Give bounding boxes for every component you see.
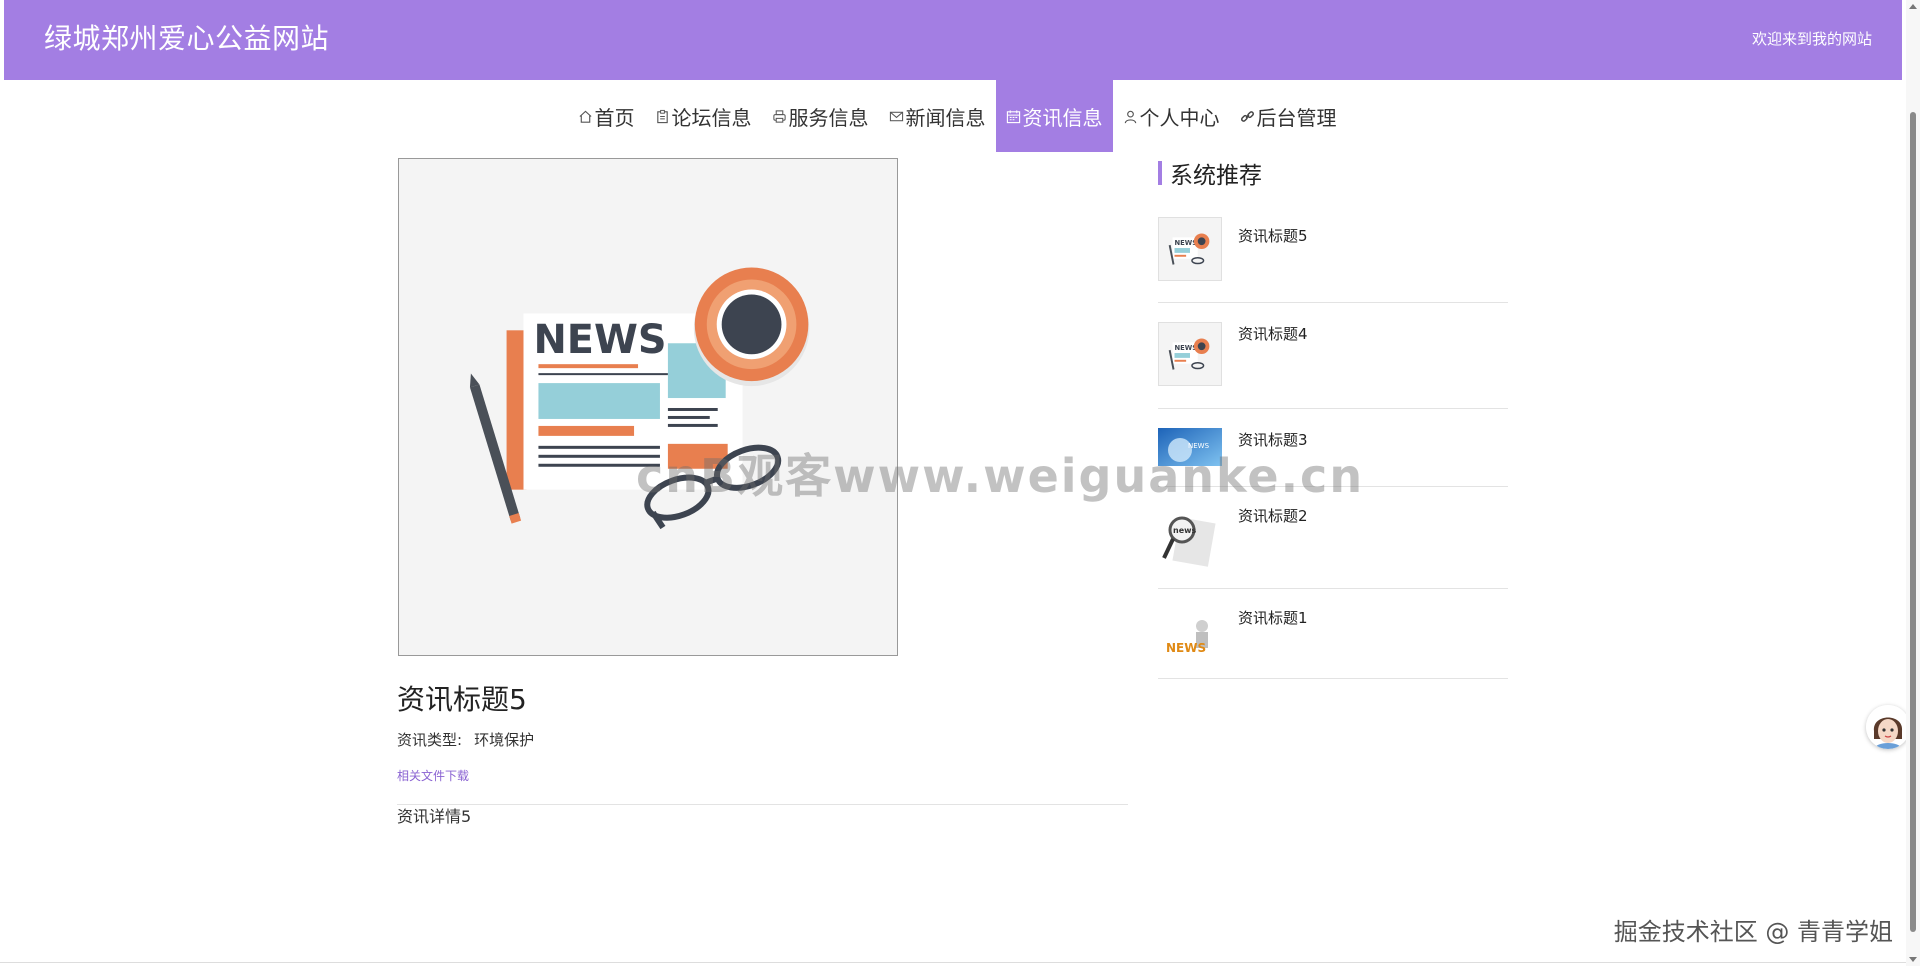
svg-text:NEWS: NEWS <box>533 317 666 363</box>
rec-item-title[interactable]: 资讯标题2 <box>1238 506 1308 526</box>
site-title[interactable]: 绿城郑州爱心公益网站 <box>44 20 329 58</box>
nav-item-info[interactable]: 资讯信息 <box>995 80 1113 152</box>
site-header: 绿城郑州爱心公益网站 欢迎来到我的网站 <box>4 0 1902 80</box>
nav-item-admin[interactable]: 后台管理 <box>1230 80 1347 152</box>
sidebar-heading-text: 系统推荐 <box>1170 163 1262 189</box>
article-body: 资讯详情5 <box>397 807 472 826</box>
detail-divider <box>397 804 1128 805</box>
svg-text:NEWS: NEWS <box>1175 239 1198 247</box>
welcome-text: 欢迎来到我的网站 <box>1751 30 1872 48</box>
calendar-icon <box>1006 109 1021 124</box>
svg-text:news: news <box>1173 526 1197 535</box>
rec-item[interactable]: NEWS 资讯标题4 <box>1158 302 1508 409</box>
heading-accent-bar <box>1158 161 1162 185</box>
svg-text:NEWS: NEWS <box>1175 344 1198 352</box>
nav-item-news[interactable]: 新闻信息 <box>879 80 996 152</box>
nav-label-service: 服务信息 <box>788 105 869 130</box>
nav-label-forum: 论坛信息 <box>671 105 752 130</box>
mail-icon <box>889 109 904 124</box>
scrollbar[interactable] <box>1906 0 1920 966</box>
user-icon <box>1123 109 1138 124</box>
news-paper-thumb[interactable]: NEWS <box>1158 217 1222 281</box>
nav-item-forum[interactable]: 论坛信息 <box>645 80 762 152</box>
sidebar-heading: 系统推荐 <box>1158 158 1262 189</box>
nav-label-personal: 个人中心 <box>1139 105 1220 130</box>
download-link[interactable]: 相关文件下载 <box>397 767 469 784</box>
corner-watermark: 掘金技术社区 @ 青青学姐 <box>1613 918 1893 946</box>
rec-item[interactable]: NEWS 资讯标题1 <box>1158 588 1508 679</box>
bottom-divider <box>0 962 1906 963</box>
news-paper-thumb[interactable]: NEWS <box>1158 322 1222 386</box>
rec-item[interactable]: NEWS 资讯标题5 <box>1158 216 1508 303</box>
scroll-down-arrow-icon[interactable] <box>1909 957 1917 962</box>
rec-item-title[interactable]: 资讯标题5 <box>1238 226 1308 246</box>
nav-item-home[interactable]: 首页 <box>568 80 645 152</box>
main-nav: 首页 论坛信息 服务信息 新闻信息 资讯信息 个人中心 后台管理 <box>0 80 1920 152</box>
scroll-thumb[interactable] <box>1910 112 1916 932</box>
home-icon <box>578 109 593 124</box>
svg-text:NEWS: NEWS <box>1166 641 1206 655</box>
article-type-label: 资讯类型: <box>397 731 463 749</box>
article-type-row: 资讯类型: 环境保护 <box>397 729 534 751</box>
magnifier-news-thumb[interactable]: news <box>1158 506 1222 570</box>
rec-item-title[interactable]: 资讯标题4 <box>1238 324 1308 344</box>
nav-item-personal[interactable]: 个人中心 <box>1113 80 1230 152</box>
link-icon <box>1240 109 1255 124</box>
rec-item-title[interactable]: 资讯标题1 <box>1238 608 1308 628</box>
nav-label-admin: 后台管理 <box>1256 105 1337 130</box>
assistant-avatar[interactable] <box>1866 705 1910 749</box>
nav-item-service[interactable]: 服务信息 <box>762 80 879 152</box>
clipboard-icon <box>655 109 670 124</box>
nav-label-news: 新闻信息 <box>905 105 986 130</box>
nav-label-home: 首页 <box>594 105 635 130</box>
page: 绿城郑州爱心公益网站 欢迎来到我的网站 首页 论坛信息 服务信息 新闻信息 资讯… <box>0 0 1920 966</box>
article-title: 资讯标题5 <box>397 683 527 716</box>
nav-label-info: 资讯信息 <box>1022 105 1103 130</box>
printer-icon <box>772 109 787 124</box>
article-image: NEWS <box>398 158 898 656</box>
watermark: cnB观客www.weiguanke.cn <box>636 449 1365 503</box>
scroll-up-arrow-icon[interactable] <box>1909 4 1917 9</box>
news-3d-thumb[interactable]: NEWS <box>1158 608 1222 672</box>
article-type-value: 环境保护 <box>474 731 535 749</box>
